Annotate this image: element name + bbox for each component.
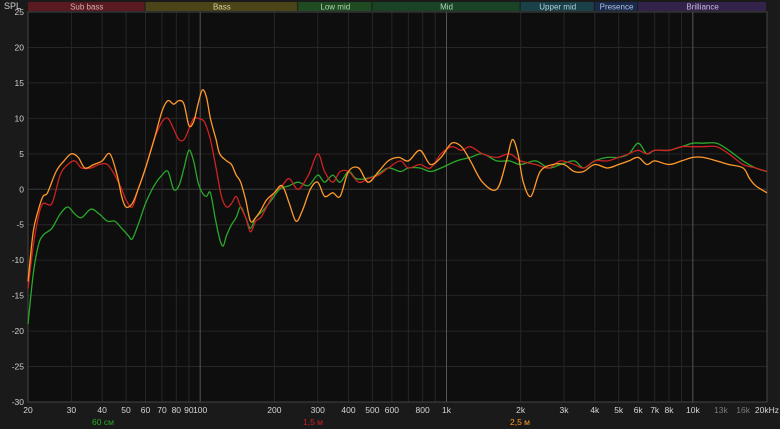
x-tick-label: 30 — [67, 405, 77, 415]
y-tick-label: 0 — [19, 184, 24, 194]
x-tick-label: 40 — [97, 405, 107, 415]
x-tick-label: 60 — [141, 405, 151, 415]
x-tick-label: 16k — [736, 405, 750, 415]
x-tick-label: 6k — [634, 405, 644, 415]
x-tick-label: 70 — [157, 405, 167, 415]
frequency-response-chart: Sub bass Bass Low mid Mid Upper mid Presence B… — [0, 0, 780, 429]
x-tick-label: 3k — [560, 405, 570, 415]
plot-area — [28, 12, 767, 402]
x-tick-label: 100 — [193, 405, 207, 415]
x-tick-label: 50 — [121, 405, 131, 415]
y-tick-label: 10 — [15, 113, 25, 123]
y-tick-label: 5 — [19, 149, 24, 159]
band-label-low-mid: Low mid — [320, 3, 350, 12]
x-tick-label: 13k — [714, 405, 728, 415]
x-tick-label: 7k — [650, 405, 660, 415]
x-tick-label: 10k — [686, 405, 700, 415]
legend-label-3: 2,5 м — [510, 417, 530, 427]
x-tick-label: 200 — [267, 405, 281, 415]
y-tick-label: -20 — [12, 326, 25, 336]
y-tick-label: -10 — [12, 255, 25, 265]
x-tick-label: 20 — [23, 405, 33, 415]
x-tick-label: 5k — [614, 405, 624, 415]
legend-label-2: 1,5 м — [303, 417, 323, 427]
band-label-sub-bass: Sub bass — [70, 3, 103, 12]
frequency-bands: Sub bass Bass Low mid Mid Upper mid Presence B… — [28, 2, 766, 12]
y-tick-label: 20 — [15, 42, 25, 52]
band-label-bass: Bass — [213, 3, 231, 12]
x-tick-label: 1k — [442, 405, 452, 415]
band-label-upper-mid: Upper mid — [539, 3, 576, 12]
x-tick-label: 600 — [385, 405, 399, 415]
x-tick-label: 500 — [365, 405, 379, 415]
band-label-mid: Mid — [440, 3, 453, 12]
x-tick-label: 80 — [172, 405, 182, 415]
band-label-presence: Presence — [600, 3, 634, 12]
x-tick-label: 300 — [311, 405, 325, 415]
x-tick-label: 20kHz — [755, 405, 779, 415]
x-tick-label: 800 — [416, 405, 430, 415]
band-label-brilliance: Brilliance — [686, 3, 719, 12]
x-tick-label: 400 — [341, 405, 355, 415]
y-tick-label: 15 — [15, 78, 25, 88]
x-tick-label: 8k — [664, 405, 674, 415]
legend-label-1: 60 см — [92, 417, 114, 427]
x-tick-label: 2k — [516, 405, 526, 415]
y-tick-label: -25 — [12, 362, 25, 372]
y-tick-label: -5 — [16, 220, 24, 230]
x-tick-label: 4k — [590, 405, 600, 415]
y-axis-label: SPL — [4, 1, 21, 11]
y-tick-label: -15 — [12, 291, 25, 301]
